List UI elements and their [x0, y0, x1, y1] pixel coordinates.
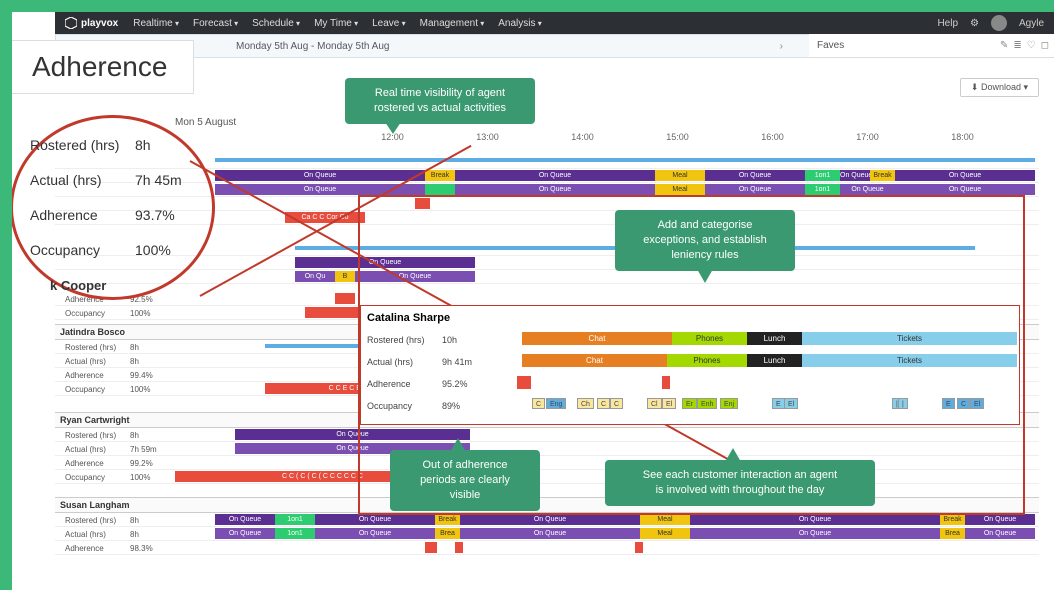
detail-agent-name: Catalina Sharpe — [367, 312, 450, 324]
callout-realtime: Real time visibility of agentrostered vs… — [345, 78, 535, 124]
callout-interactions: See each customer interaction an agentis… — [605, 460, 875, 506]
nav-mytime[interactable]: My Time — [314, 18, 358, 29]
nav-realtime[interactable]: Realtime — [133, 18, 179, 29]
stats-magnified: Rostered (hrs)8h Actual (hrs)7h 45m Adhe… — [30, 128, 182, 268]
list-icon[interactable]: ≣ — [1013, 40, 1021, 51]
faves-label[interactable]: Faves — [817, 40, 844, 51]
timeline-date: Mon 5 August — [175, 117, 236, 128]
nav-analysis[interactable]: Analysis — [498, 18, 542, 29]
gear-icon[interactable]: ⚙ — [970, 18, 979, 29]
logo: playvox — [65, 17, 118, 29]
bookmark-icon[interactable]: ◻ — [1041, 40, 1049, 51]
callout-periods: Out of adherenceperiods are clearlyvisib… — [390, 450, 540, 511]
user-name[interactable]: Agyle — [1019, 18, 1044, 29]
nav-help[interactable]: Help — [937, 18, 958, 29]
top-navbar: playvox Realtime Forecast Schedule My Ti… — [55, 12, 1054, 34]
time-axis: 12:0013:0014:00 15:0016:0017:00 18:00 — [345, 132, 1039, 148]
avatar[interactable] — [991, 15, 1007, 31]
callout-exceptions: Add and categoriseexceptions, and establ… — [615, 210, 795, 271]
nav-forecast[interactable]: Forecast — [193, 18, 238, 29]
download-button[interactable]: ⬇ Download ▾ — [960, 78, 1039, 97]
edit-icon[interactable]: ✎ — [1000, 40, 1008, 51]
chevron-right-icon[interactable]: › — [780, 41, 783, 52]
agent-name-cooper: k Cooper — [50, 278, 106, 293]
date-range-text: Monday 5th Aug - Monday 5th Aug — [236, 41, 389, 52]
faves-panel: Faves ✎ ≣ ♡ ◻ — [809, 34, 1054, 58]
heart-icon[interactable]: ♡ — [1027, 40, 1036, 51]
nav-schedule[interactable]: Schedule — [252, 18, 300, 29]
nav-leave[interactable]: Leave — [372, 18, 406, 29]
page-title: Adherence — [5, 40, 194, 94]
nav-management[interactable]: Management — [420, 18, 485, 29]
agent-detail-panel: Catalina Sharpe Rostered (hrs)10h Chat P… — [360, 305, 1020, 425]
